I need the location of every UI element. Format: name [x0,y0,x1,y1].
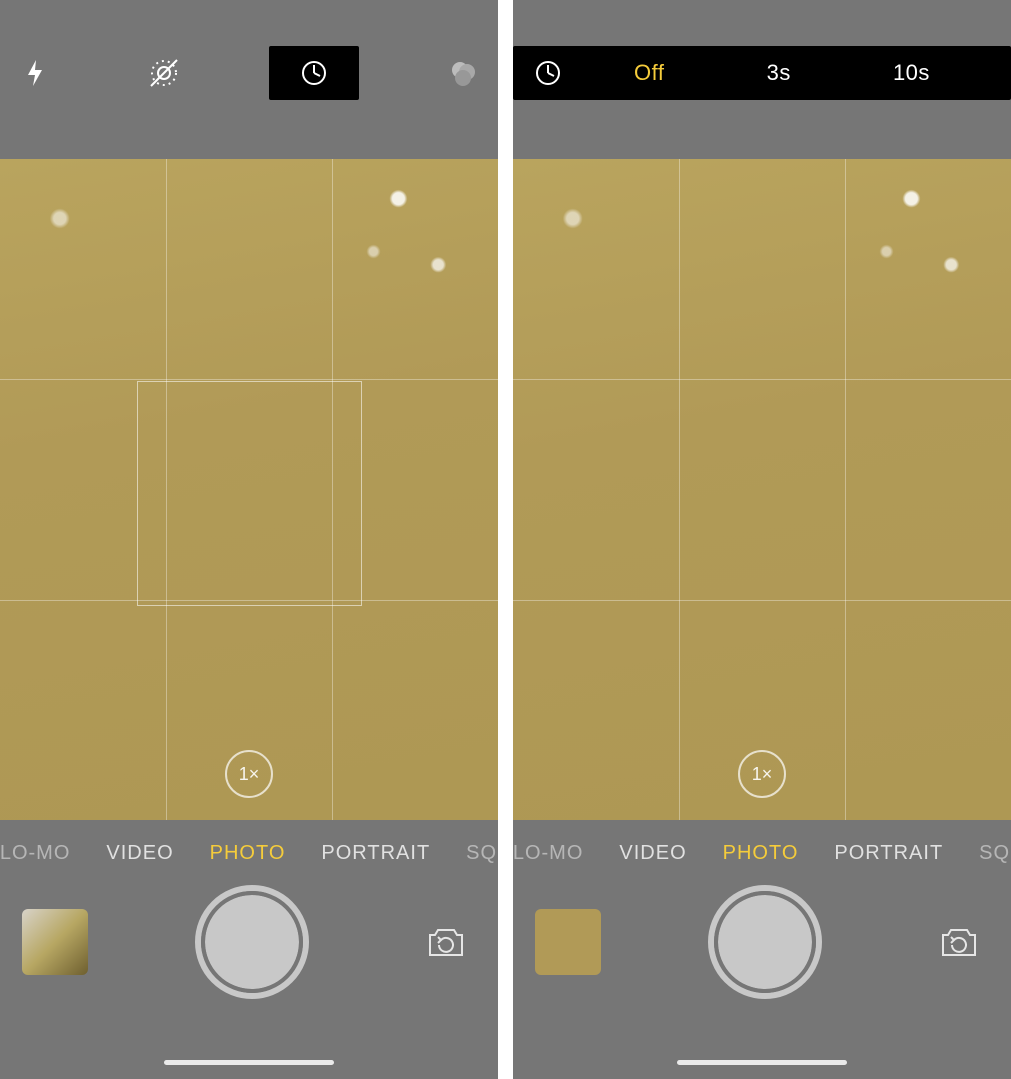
mode-portrait[interactable]: PORTRAIT [321,842,430,865]
last-photo-thumbnail[interactable] [535,909,601,975]
bottom-controls: SLO-MO VIDEO PHOTO PORTRAIT SQU [0,820,498,1079]
filters-button[interactable] [438,48,488,98]
live-photo-button[interactable] [139,48,189,98]
zoom-button[interactable]: 1× [738,750,786,798]
camera-flip-button[interactable] [929,912,989,972]
mode-photo[interactable]: PHOTO [210,842,286,865]
flash-button[interactable] [10,48,60,98]
mode-square[interactable]: SQU [979,842,1011,865]
home-indicator[interactable] [677,1060,847,1065]
shutter-button[interactable] [205,895,299,989]
shutter-button[interactable] [718,895,812,989]
flash-icon [24,58,46,88]
zoom-label: 1× [752,764,773,785]
mode-selector[interactable]: SLO-MO VIDEO PHOTO PORTRAIT SQU [513,838,1011,868]
grid-overlay [513,159,1011,820]
viewfinder[interactable]: 1× [513,159,1011,820]
mode-selector[interactable]: SLO-MO VIDEO PHOTO PORTRAIT SQU [0,838,498,868]
timer-option-3s[interactable]: 3s [767,60,791,86]
camera-flip-icon [937,923,981,961]
focus-indicator [137,381,362,606]
mode-video[interactable]: VIDEO [106,842,173,865]
mode-slo-mo[interactable]: SLO-MO [513,842,583,865]
bottom-controls: SLO-MO VIDEO PHOTO PORTRAIT SQU [513,820,1011,1079]
camera-screen-timer-options: Off 3s 10s 1× SLO-MO VIDEO PHOTO PORTRAI… [513,0,1011,1079]
home-indicator[interactable] [164,1060,334,1065]
timer-option-10s[interactable]: 10s [893,60,930,86]
timer-icon [299,58,329,88]
mode-square[interactable]: SQU [466,842,498,865]
camera-screen-timer-button: 1× SLO-MO VIDEO PHOTO PORTRAIT SQU [0,0,498,1079]
live-photo-off-icon [147,56,181,90]
mode-portrait[interactable]: PORTRAIT [834,842,943,865]
last-photo-thumbnail[interactable] [22,909,88,975]
camera-flip-button[interactable] [416,912,476,972]
filters-icon [448,58,478,88]
timer-options-bar: Off 3s 10s [513,46,1011,100]
mode-slo-mo[interactable]: SLO-MO [0,842,70,865]
mode-photo[interactable]: PHOTO [723,842,799,865]
viewfinder[interactable]: 1× [0,159,498,820]
top-controls [0,46,498,100]
mode-video[interactable]: VIDEO [619,842,686,865]
timer-button[interactable] [269,46,359,100]
zoom-label: 1× [239,764,260,785]
zoom-button[interactable]: 1× [225,750,273,798]
timer-icon [533,58,563,88]
timer-button[interactable] [513,46,583,100]
timer-option-off[interactable]: Off [634,60,664,86]
camera-flip-icon [424,923,468,961]
grid-overlay [0,159,498,820]
